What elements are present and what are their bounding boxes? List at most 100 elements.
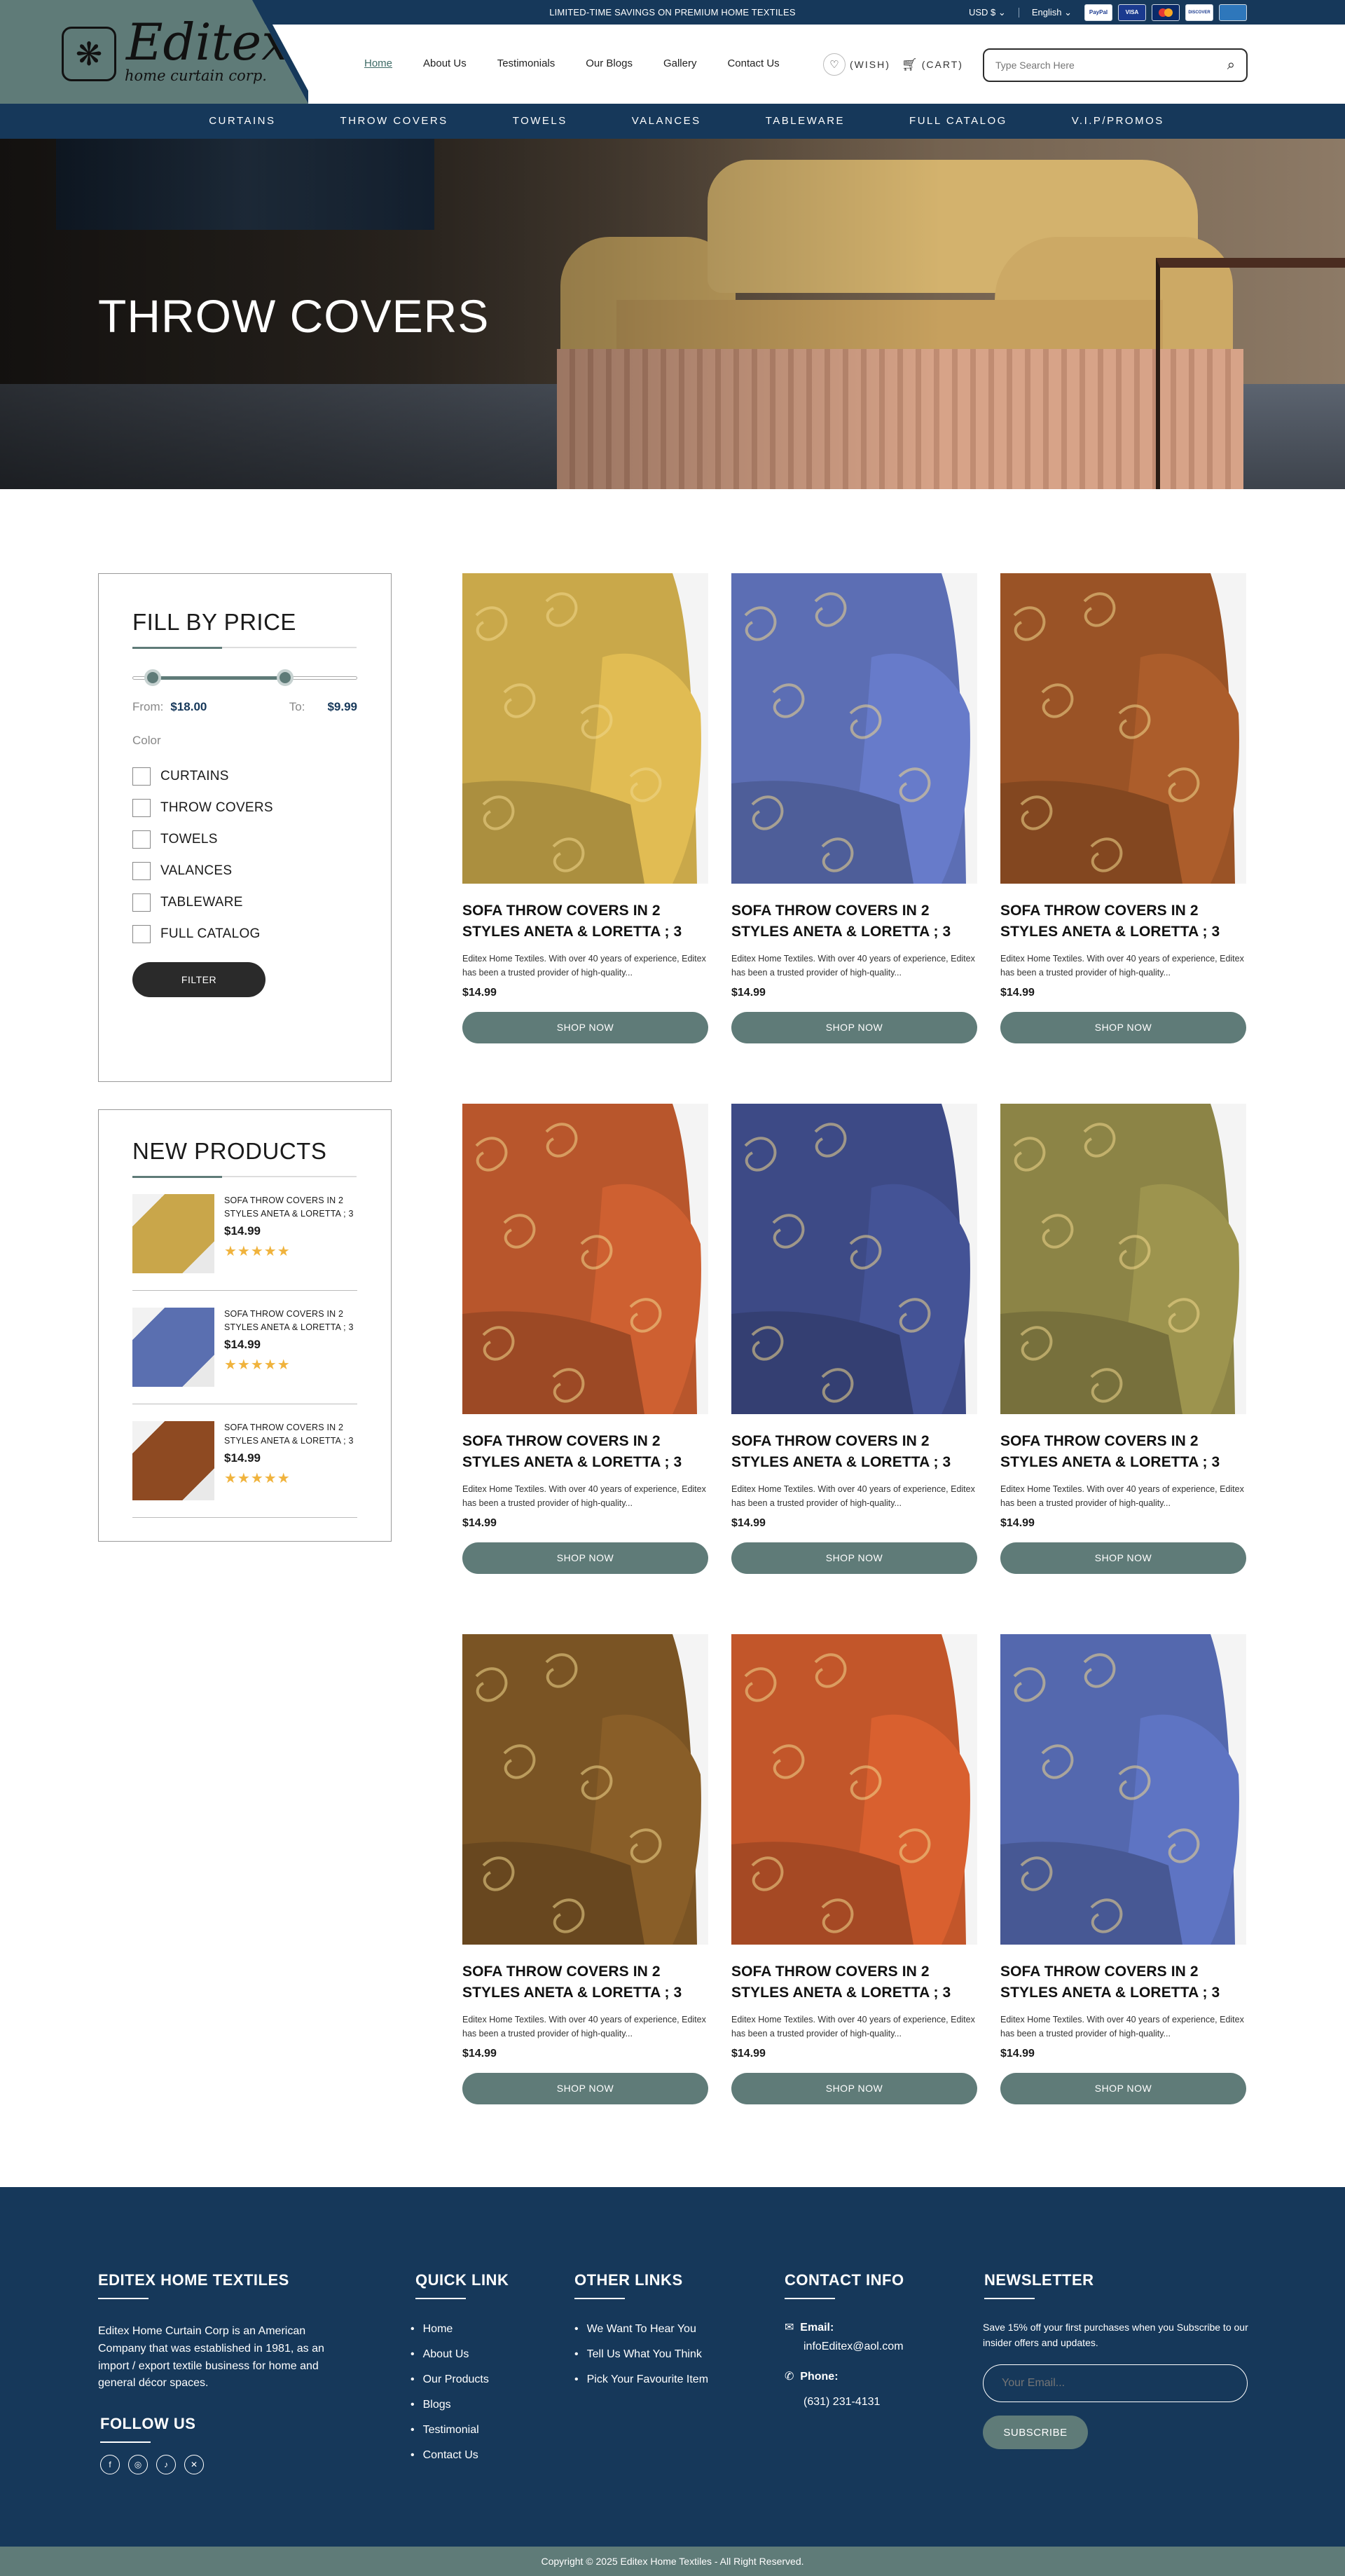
language-label: English bbox=[1031, 6, 1062, 18]
product-image[interactable] bbox=[1000, 1634, 1246, 1945]
category-throw-covers[interactable]: THROW COVERS bbox=[340, 104, 448, 139]
product-title[interactable]: SOFA THROW COVERS IN 2 STYLES ANETA & LO… bbox=[731, 1961, 977, 2004]
twitter-icon[interactable]: ✕ bbox=[184, 2455, 204, 2474]
checkbox[interactable] bbox=[132, 893, 151, 912]
nav-contact-us[interactable]: Contact Us bbox=[727, 57, 779, 69]
new-product-thumbnail[interactable] bbox=[132, 1308, 214, 1387]
product-title[interactable]: SOFA THROW COVERS IN 2 STYLES ANETA & LO… bbox=[462, 1431, 708, 1474]
shop-now-button[interactable]: SHOP NOW bbox=[731, 1011, 977, 1043]
product-image[interactable] bbox=[462, 1634, 708, 1945]
new-product-item[interactable]: SOFA THROW COVERS IN 2 STYLES ANETA & LO… bbox=[132, 1404, 357, 1518]
checkbox-valances[interactable]: VALANCES bbox=[132, 855, 357, 886]
new-product-item[interactable]: SOFA THROW COVERS IN 2 STYLES ANETA & LO… bbox=[132, 1177, 357, 1291]
slider-max-handle[interactable] bbox=[277, 669, 294, 686]
product-title[interactable]: SOFA THROW COVERS IN 2 STYLES ANETA & LO… bbox=[462, 900, 708, 943]
category-tableware[interactable]: TABLEWARE bbox=[766, 104, 845, 139]
product-image[interactable] bbox=[462, 573, 708, 884]
checkbox[interactable] bbox=[132, 861, 151, 880]
new-product-thumbnail[interactable] bbox=[132, 1421, 214, 1500]
category-vip-promos[interactable]: V.I.P/PROMOS bbox=[1072, 104, 1164, 139]
search-icon[interactable]: ⌕ bbox=[1227, 57, 1235, 74]
cart-link[interactable]: (CART) bbox=[922, 59, 963, 70]
product-title[interactable]: SOFA THROW COVERS IN 2 STYLES ANETA & LO… bbox=[462, 1961, 708, 2004]
category-valances[interactable]: VALANCES bbox=[632, 104, 701, 139]
nav-our-blogs[interactable]: Our Blogs bbox=[586, 57, 633, 69]
checkbox[interactable] bbox=[132, 798, 151, 817]
language-select[interactable]: English ⌄ bbox=[1032, 7, 1072, 18]
category-curtains[interactable]: CURTAINS bbox=[209, 104, 275, 139]
price-readout: From: $18.00 To: $9.99 bbox=[132, 700, 357, 714]
chevron-down-icon: ⌄ bbox=[998, 6, 1006, 18]
email-value[interactable]: infoEditex@aol.com bbox=[803, 2341, 904, 2353]
product-image-graphic bbox=[731, 1104, 977, 1414]
category-full-catalog[interactable]: FULL CATALOG bbox=[909, 104, 1007, 139]
checkbox[interactable] bbox=[132, 830, 151, 849]
checkbox[interactable] bbox=[132, 767, 151, 786]
newsletter-email-input[interactable] bbox=[983, 2364, 1248, 2402]
shop-now-button[interactable]: SHOP NOW bbox=[1000, 2072, 1246, 2104]
product-image[interactable] bbox=[1000, 1104, 1246, 1414]
tiktok-icon[interactable]: ♪ bbox=[156, 2455, 176, 2474]
shop-now-button[interactable]: SHOP NOW bbox=[731, 2072, 977, 2104]
heart-icon[interactable]: ♡ bbox=[823, 53, 846, 76]
logo-tagline: home curtain corp. bbox=[125, 67, 267, 84]
product-title[interactable]: SOFA THROW COVERS IN 2 STYLES ANETA & LO… bbox=[1000, 1431, 1246, 1474]
new-product-item[interactable]: SOFA THROW COVERS IN 2 STYLES ANETA & LO… bbox=[132, 1291, 357, 1404]
new-product-title[interactable]: SOFA THROW COVERS IN 2 STYLES ANETA & LO… bbox=[224, 1421, 357, 1448]
nav-about-us[interactable]: About Us bbox=[423, 57, 467, 69]
checkbox-tableware[interactable]: TABLEWARE bbox=[132, 886, 357, 918]
copyright-bar: Copyright © 2025 Editex Home Textiles - … bbox=[0, 2547, 1345, 2576]
checkbox-curtains[interactable]: CURTAINS bbox=[132, 760, 357, 792]
currency-select[interactable]: USD $ ⌄ bbox=[969, 7, 1006, 18]
footer-link-contact-us[interactable]: Contact Us bbox=[411, 2443, 489, 2468]
footer-link-blogs[interactable]: Blogs bbox=[411, 2392, 489, 2418]
nav-gallery[interactable]: Gallery bbox=[663, 57, 697, 69]
footer-link-favourite[interactable]: Pick Your Favourite Item bbox=[574, 2367, 708, 2392]
follow-us-title: FOLLOW US bbox=[100, 2415, 196, 2443]
price-slider[interactable] bbox=[132, 669, 357, 686]
slider-min-handle[interactable] bbox=[144, 669, 161, 686]
product-title[interactable]: SOFA THROW COVERS IN 2 STYLES ANETA & LO… bbox=[1000, 1961, 1246, 2004]
nav-testimonials[interactable]: Testimonials bbox=[497, 57, 556, 69]
search-input[interactable] bbox=[995, 60, 1192, 71]
product-image[interactable] bbox=[1000, 573, 1246, 884]
shop-now-button[interactable]: SHOP NOW bbox=[731, 1542, 977, 1574]
instagram-icon[interactable]: ◎ bbox=[128, 2455, 148, 2474]
cart-icon[interactable]: 🛒︎ bbox=[902, 57, 918, 72]
footer-link-testimonial[interactable]: Testimonial bbox=[411, 2418, 489, 2443]
footer-link-about-us[interactable]: About Us bbox=[411, 2342, 489, 2367]
shop-now-button[interactable]: SHOP NOW bbox=[462, 2072, 708, 2104]
new-product-title[interactable]: SOFA THROW COVERS IN 2 STYLES ANETA & LO… bbox=[224, 1308, 357, 1335]
facebook-icon[interactable]: f bbox=[100, 2455, 120, 2474]
checkbox-throw-covers[interactable]: THROW COVERS bbox=[132, 792, 357, 823]
shop-now-button[interactable]: SHOP NOW bbox=[462, 1542, 708, 1574]
product-title[interactable]: SOFA THROW COVERS IN 2 STYLES ANETA & LO… bbox=[1000, 900, 1246, 943]
product-image[interactable] bbox=[462, 1104, 708, 1414]
new-product-thumbnail[interactable] bbox=[132, 1194, 214, 1273]
shop-now-button[interactable]: SHOP NOW bbox=[1000, 1011, 1246, 1043]
shop-now-button[interactable]: SHOP NOW bbox=[462, 1011, 708, 1043]
product-title[interactable]: SOFA THROW COVERS IN 2 STYLES ANETA & LO… bbox=[731, 1431, 977, 1474]
shop-now-button[interactable]: SHOP NOW bbox=[1000, 1542, 1246, 1574]
checkbox-towels[interactable]: TOWELS bbox=[132, 823, 357, 855]
checkbox-label: FULL CATALOG bbox=[160, 926, 261, 941]
footer-link-hear-you[interactable]: We Want To Hear You bbox=[574, 2317, 708, 2342]
product-image[interactable] bbox=[731, 573, 977, 884]
subscribe-button[interactable]: SUBSCRIBE bbox=[983, 2416, 1088, 2449]
phone-row: ✆ Phone: bbox=[785, 2369, 839, 2383]
price-to-label: To: bbox=[289, 700, 305, 713]
footer-link-our-products[interactable]: Our Products bbox=[411, 2367, 489, 2392]
filter-button[interactable]: FILTER bbox=[132, 962, 265, 997]
footer-link-home[interactable]: Home bbox=[411, 2317, 489, 2342]
category-towels[interactable]: TOWELS bbox=[513, 104, 567, 139]
new-product-title[interactable]: SOFA THROW COVERS IN 2 STYLES ANETA & LO… bbox=[224, 1194, 357, 1221]
product-image[interactable] bbox=[731, 1634, 977, 1945]
wishlist-link[interactable]: (WISH) bbox=[850, 59, 890, 70]
checkbox[interactable] bbox=[132, 924, 151, 943]
product-title[interactable]: SOFA THROW COVERS IN 2 STYLES ANETA & LO… bbox=[731, 900, 977, 943]
product-image[interactable] bbox=[731, 1104, 977, 1414]
nav-home[interactable]: Home bbox=[364, 57, 392, 69]
footer-link-tell-us[interactable]: Tell Us What You Think bbox=[574, 2342, 708, 2367]
checkbox-full-catalog[interactable]: FULL CATALOG bbox=[132, 918, 357, 950]
phone-value[interactable]: (631) 231-4131 bbox=[803, 2396, 880, 2409]
